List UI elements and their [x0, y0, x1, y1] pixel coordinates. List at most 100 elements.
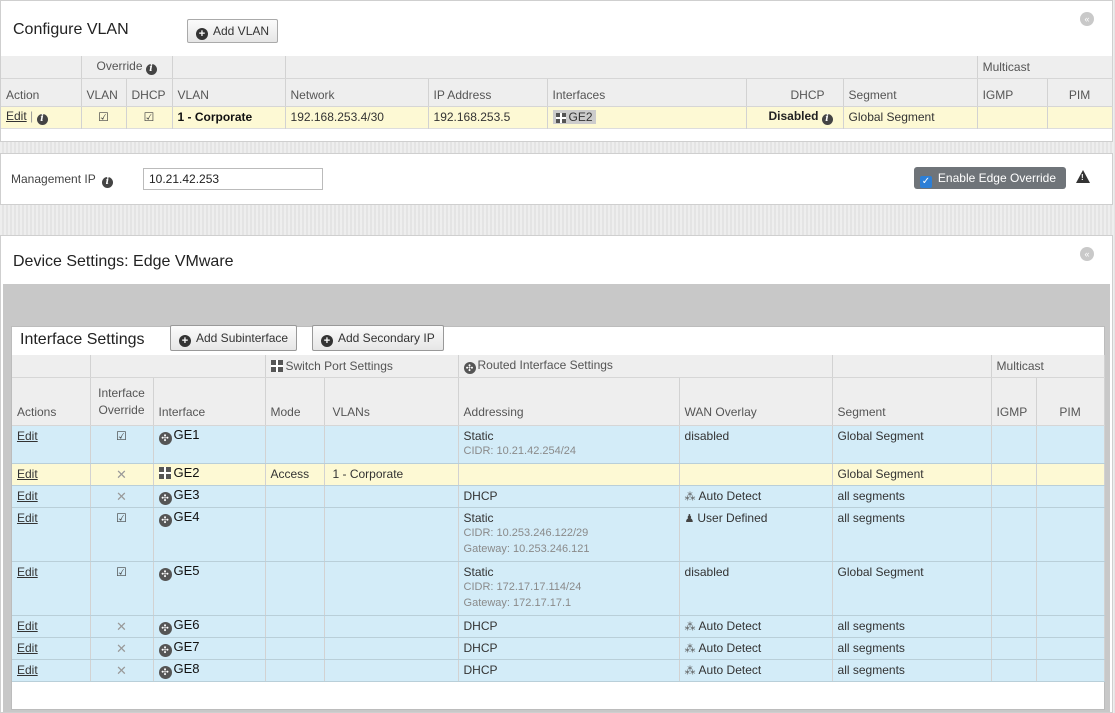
edit-link[interactable]: Edit — [17, 467, 38, 481]
addressing-cell: Static CIDR: 10.21.42.254/24 — [458, 425, 680, 464]
plus-circle-icon: + — [196, 28, 208, 40]
wan-overlay-cell: ⁂ Auto Detect — [679, 485, 833, 508]
vlan-table-group-header: Override i Multicast — [1, 56, 1113, 79]
override-cell[interactable]: ✕ — [90, 615, 154, 638]
info-icon[interactable]: i — [821, 114, 833, 125]
info-icon[interactable]: i — [36, 114, 48, 125]
addressing-cell: DHCP — [458, 637, 680, 660]
edit-link[interactable]: Edit — [17, 489, 38, 503]
wan-overlay-label: Auto Detect — [698, 640, 762, 655]
x-icon: ✕ — [116, 640, 127, 656]
management-ip-label: Management IP i — [11, 172, 113, 188]
enable-edge-override-toggle[interactable]: ✓ Enable Edge Override — [913, 167, 1066, 189]
segment-cell: all segments — [832, 659, 992, 682]
interface-cell: GE2 — [153, 463, 266, 486]
segment-cell: all segments — [832, 485, 992, 508]
mode-cell — [265, 561, 325, 616]
edit-link[interactable]: Edit — [17, 619, 38, 633]
mode-cell — [265, 485, 325, 508]
col-mode: Mode — [265, 377, 325, 426]
actions-cell: Edit — [12, 561, 91, 616]
col-igmp: IGMP — [977, 78, 1048, 107]
segment-cell: Global Segment — [832, 463, 992, 486]
actions-cell: Edit — [12, 637, 91, 660]
segment-cell: all segments — [832, 637, 992, 660]
edit-link[interactable]: Edit — [17, 429, 38, 443]
collapse-up-icon[interactable]: « — [1080, 247, 1094, 261]
edit-link[interactable]: Edit — [17, 641, 38, 655]
interface-cell: ✣ GE7 — [153, 637, 266, 660]
warning-icon[interactable]: ! — [1076, 170, 1090, 183]
igmp-cell — [991, 507, 1037, 562]
add-secondary-ip-button[interactable]: + Add Secondary IP — [312, 325, 444, 351]
network-cell: 192.168.253.4/30 — [285, 106, 429, 128]
override-cell[interactable]: ☑ — [90, 425, 154, 464]
routed-group-header: ✣ Routed Interface Settings — [458, 355, 833, 378]
interface-name: GE5 — [173, 562, 200, 578]
addressing-type: DHCP — [463, 618, 498, 633]
col-network: Network — [285, 78, 429, 107]
edit-link[interactable]: Edit — [6, 109, 27, 123]
interfaces-cell: GE2 — [547, 106, 747, 128]
override-cell[interactable]: ☑ — [90, 507, 154, 562]
override-cell[interactable]: ✕ — [90, 659, 154, 682]
edit-link[interactable]: Edit — [17, 565, 38, 579]
interface-settings-section: Interface Settings + Add Subinterface + Ad… — [11, 325, 1105, 710]
addressing-detail: CIDR: 10.21.42.254/24 — [463, 444, 577, 457]
override-dhcp-cell[interactable]: ☑ — [126, 106, 173, 128]
pim-cell — [1036, 507, 1105, 562]
interface-row: Edit ☑ ✣ GE1 Static CIDR: 10.21.42.254/24 disa… — [12, 425, 1105, 464]
segment-cell: Global Segment — [832, 425, 992, 464]
actions-cell: Edit — [12, 507, 91, 562]
edit-link[interactable]: Edit — [17, 511, 38, 525]
ip-cell: 192.168.253.5 — [428, 106, 548, 128]
vlans-cell — [324, 561, 459, 616]
addressing-detail: CIDR: 172.17.17.114/24 — [463, 580, 582, 593]
check-icon: ☑ — [116, 510, 127, 525]
wan-overlay-label: disabled — [684, 564, 730, 579]
interface-name: GE4 — [173, 508, 200, 524]
col-igmp: IGMP — [991, 377, 1037, 426]
override-cell[interactable]: ✕ — [90, 463, 154, 486]
actions-cell: Edit — [12, 463, 91, 486]
info-icon[interactable]: i — [145, 63, 157, 75]
override-cell[interactable]: ☑ — [90, 561, 154, 616]
empty-cell — [172, 56, 286, 79]
vlan-table: Override i Multicast Action VLAN DHCP VLA… — [1, 56, 1113, 129]
addressing-type: Static — [463, 428, 494, 443]
addressing-type: DHCP — [463, 662, 498, 677]
switch-port-icon — [270, 359, 283, 372]
igmp-cell — [991, 659, 1037, 682]
auto-detect-icon: ⁂ — [684, 490, 696, 503]
edit-link[interactable]: Edit — [17, 663, 38, 677]
vlans-cell — [324, 507, 459, 562]
management-panel: Management IP i ✓ Enable Edge Override ! — [0, 153, 1113, 205]
management-ip-input[interactable] — [143, 168, 323, 190]
configure-vlan-panel: Configure VLAN + Add VLAN « Override i Mul… — [0, 0, 1113, 142]
override-vlan-cell[interactable]: ☑ — [81, 106, 127, 128]
interface-table-header: Actions Interface Override Interface Mode… — [12, 377, 1105, 426]
routed-interface-icon: ✣ — [158, 567, 172, 581]
override-cell[interactable]: ✕ — [90, 485, 154, 508]
info-icon[interactable]: i — [101, 177, 113, 188]
addressing-type: DHCP — [463, 488, 498, 503]
pim-cell — [1036, 485, 1105, 508]
col-interface-override: Interface Override — [90, 377, 154, 426]
vlan-table-header: Action VLAN DHCP VLAN Network IP Address… — [1, 78, 1113, 107]
actions-cell: Edit — [12, 485, 91, 508]
actions-cell: Edit — [12, 659, 91, 682]
override-cell[interactable]: ✕ — [90, 637, 154, 660]
col-vlans: VLANs — [324, 377, 459, 426]
col-segment: Segment — [843, 78, 978, 107]
add-vlan-button[interactable]: + Add VLAN — [187, 19, 279, 43]
dhcp-status-cell: Disabled i — [746, 106, 844, 128]
add-subinterface-button[interactable]: + Add Subinterface — [170, 325, 298, 351]
collapse-up-icon[interactable]: « — [1080, 12, 1094, 26]
switch-port-icon — [158, 466, 171, 479]
segment-cell: all segments — [832, 507, 992, 562]
wan-overlay-cell — [679, 463, 833, 486]
routed-interface-icon: ✣ — [158, 643, 172, 657]
override-group-label: Override — [96, 58, 143, 73]
mode-cell — [265, 507, 325, 562]
user-defined-icon: ♟ — [684, 512, 695, 525]
